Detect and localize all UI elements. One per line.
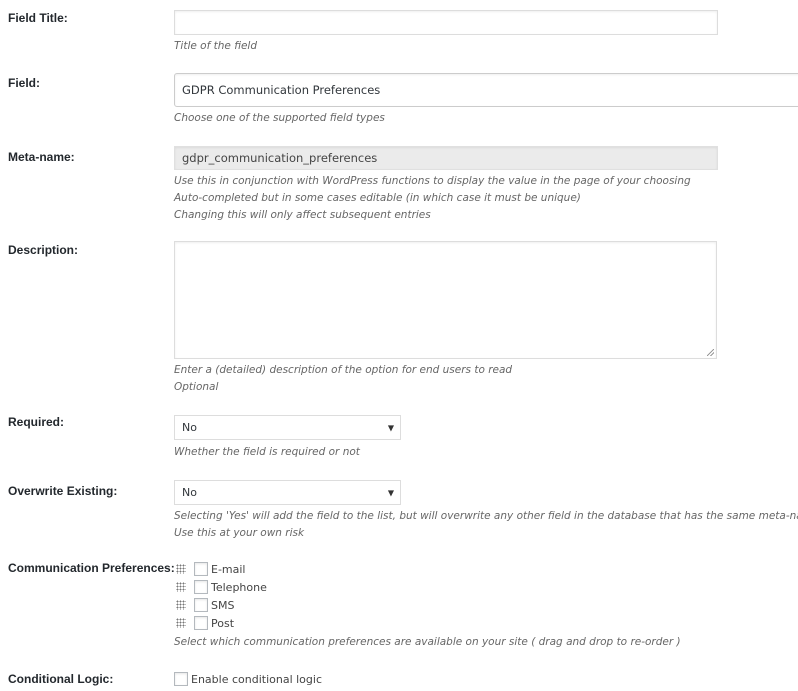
drag-handle-icon[interactable]	[176, 564, 186, 574]
preference-item-email[interactable]: E-mail	[176, 561, 246, 577]
conditional-logic-checkbox[interactable]	[174, 672, 188, 686]
preference-item-telephone[interactable]: Telephone	[176, 579, 267, 595]
sms-checkbox[interactable]	[194, 598, 208, 612]
overwrite-existing-value: No	[182, 486, 197, 499]
required-value: No	[182, 421, 197, 434]
meta-name-hint-3: Changing this will only affect subsequen…	[174, 209, 431, 221]
preference-item-sms[interactable]: SMS	[176, 597, 234, 613]
field-type-label: Field:	[8, 76, 40, 90]
overwrite-existing-select[interactable]: No ▼	[174, 480, 401, 505]
field-title-label: Field Title:	[8, 11, 68, 25]
resize-grip-icon[interactable]	[707, 349, 714, 356]
post-checkbox[interactable]	[194, 616, 208, 630]
field-type-value: GDPR Communication Preferences	[182, 83, 381, 97]
meta-name-hint-2: Auto-completed but in some cases editabl…	[174, 192, 581, 204]
description-hint-2: Optional	[174, 381, 219, 393]
drag-handle-icon[interactable]	[176, 582, 186, 592]
meta-name-hint-1: Use this in conjunction with WordPress f…	[174, 175, 691, 187]
field-type-hint: Choose one of the supported field types	[174, 112, 385, 124]
required-select[interactable]: No ▼	[174, 415, 401, 440]
chevron-down-icon: ▼	[387, 423, 394, 432]
preference-label: SMS	[211, 598, 235, 612]
preference-label: Post	[211, 616, 235, 630]
preference-label: E-mail	[211, 562, 246, 576]
overwrite-existing-hint-1: Selecting 'Yes' will add the field to th…	[174, 510, 798, 522]
field-type-select[interactable]: GDPR Communication Preferences	[174, 73, 798, 107]
preference-label: Telephone	[211, 580, 267, 594]
email-checkbox[interactable]	[194, 562, 208, 576]
drag-handle-icon[interactable]	[176, 618, 186, 628]
description-textarea[interactable]	[174, 241, 717, 359]
conditional-logic-label: Conditional Logic:	[8, 672, 114, 686]
meta-name-input[interactable]: gdpr_communication_preferences	[174, 146, 718, 170]
description-label: Description:	[8, 243, 79, 257]
telephone-checkbox[interactable]	[194, 580, 208, 594]
required-label: Required:	[8, 415, 65, 429]
field-title-input[interactable]	[174, 10, 718, 35]
drag-handle-icon[interactable]	[176, 600, 186, 610]
conditional-logic-toggle[interactable]: Enable conditional logic	[174, 671, 322, 687]
required-hint: Whether the field is required or not	[174, 446, 360, 458]
meta-name-label: Meta-name:	[8, 150, 75, 164]
overwrite-existing-hint-2: Use this at your own risk	[174, 527, 305, 539]
description-hint-1: Enter a (detailed) description of the op…	[174, 364, 513, 376]
preference-item-post[interactable]: Post	[176, 615, 234, 631]
communication-preferences-hint: Select which communication preferences a…	[174, 636, 681, 648]
communication-preferences-label: Communication Preferences:	[8, 561, 175, 575]
chevron-down-icon: ▼	[387, 488, 394, 497]
overwrite-existing-label: Overwrite Existing:	[8, 484, 118, 498]
conditional-logic-checkbox-label: Enable conditional logic	[191, 672, 322, 686]
field-title-hint: Title of the field	[174, 40, 258, 52]
